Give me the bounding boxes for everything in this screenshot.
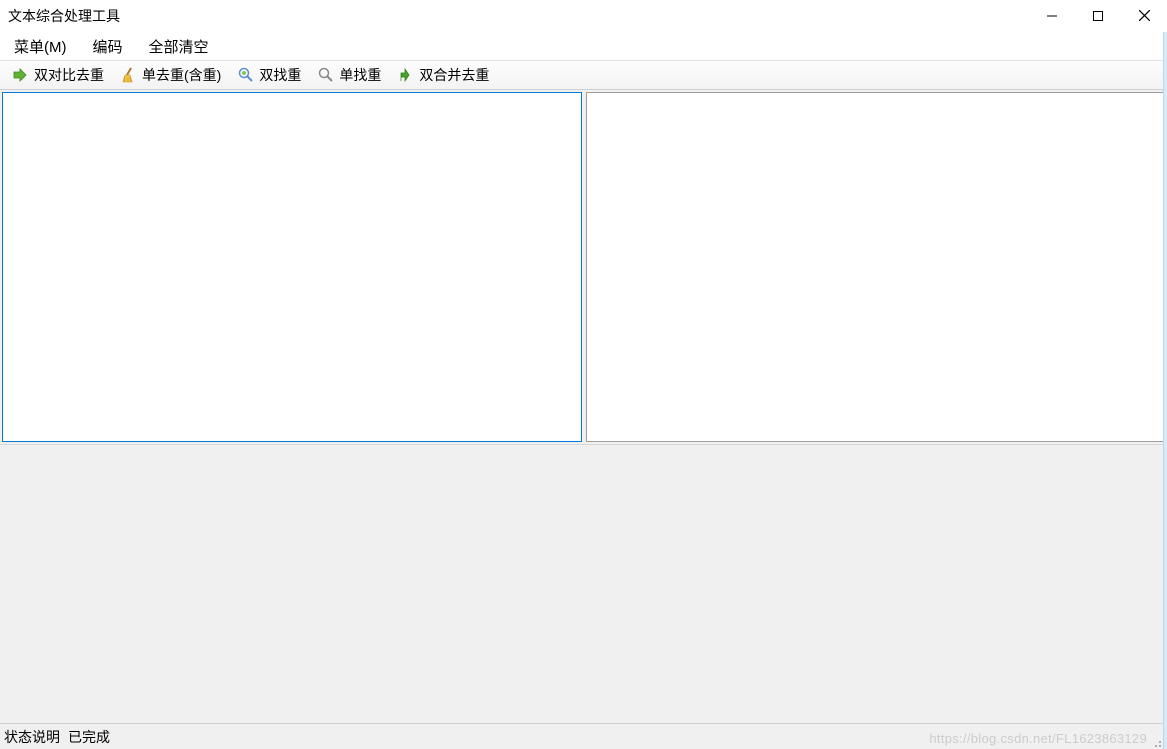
- titlebar: 文本综合处理工具: [0, 0, 1167, 32]
- menu-item-clear-all[interactable]: 全部清空: [145, 34, 213, 59]
- maximize-icon: [1093, 9, 1103, 24]
- tool-label: 单找重: [339, 65, 381, 85]
- status-value: 已完成: [68, 727, 110, 747]
- search-single-icon: [317, 66, 335, 84]
- status-label: 状态说明: [4, 727, 60, 747]
- close-button[interactable]: [1121, 0, 1167, 32]
- text-panes: [0, 90, 1167, 444]
- menubar: 菜单(M) 编码 全部清空: [0, 32, 1167, 60]
- toolbar: 双对比去重 单去重(含重) 双找重: [0, 60, 1167, 90]
- menu-item-main[interactable]: 菜单(M): [10, 34, 71, 59]
- right-scrollbar-edge: [1163, 32, 1167, 749]
- merge-icon: [397, 66, 415, 84]
- tool-compare-dedup[interactable]: 双对比去重: [6, 63, 110, 87]
- maximize-button[interactable]: [1075, 0, 1121, 32]
- bottom-pane: [0, 444, 1167, 723]
- left-textarea[interactable]: [2, 92, 582, 442]
- menu-item-encoding[interactable]: 编码: [89, 34, 127, 59]
- close-icon: [1139, 9, 1150, 24]
- right-textarea[interactable]: [586, 92, 1166, 442]
- broom-icon: [120, 66, 138, 84]
- minimize-button[interactable]: [1029, 0, 1075, 32]
- tool-merge-dedup[interactable]: 双合并去重: [391, 63, 495, 87]
- watermark: https://blog.csdn.net/FL1623863129: [929, 731, 1147, 746]
- tool-label: 双找重: [259, 65, 301, 85]
- tool-single-find[interactable]: 单找重: [311, 63, 387, 87]
- tool-label: 单去重(含重): [142, 65, 221, 85]
- tool-dual-find[interactable]: 双找重: [231, 63, 307, 87]
- window-controls: [1029, 0, 1167, 32]
- tool-label: 双对比去重: [34, 65, 104, 85]
- search-dual-icon: [237, 66, 255, 84]
- window-title: 文本综合处理工具: [8, 6, 120, 26]
- tool-single-dedup[interactable]: 单去重(含重): [114, 63, 227, 87]
- minimize-icon: [1047, 9, 1057, 24]
- tool-label: 双合并去重: [419, 65, 489, 85]
- statusbar: 状态说明 已完成 https://blog.csdn.net/FL1623863…: [0, 723, 1167, 749]
- compare-icon: [12, 66, 30, 84]
- content-area: [0, 90, 1167, 723]
